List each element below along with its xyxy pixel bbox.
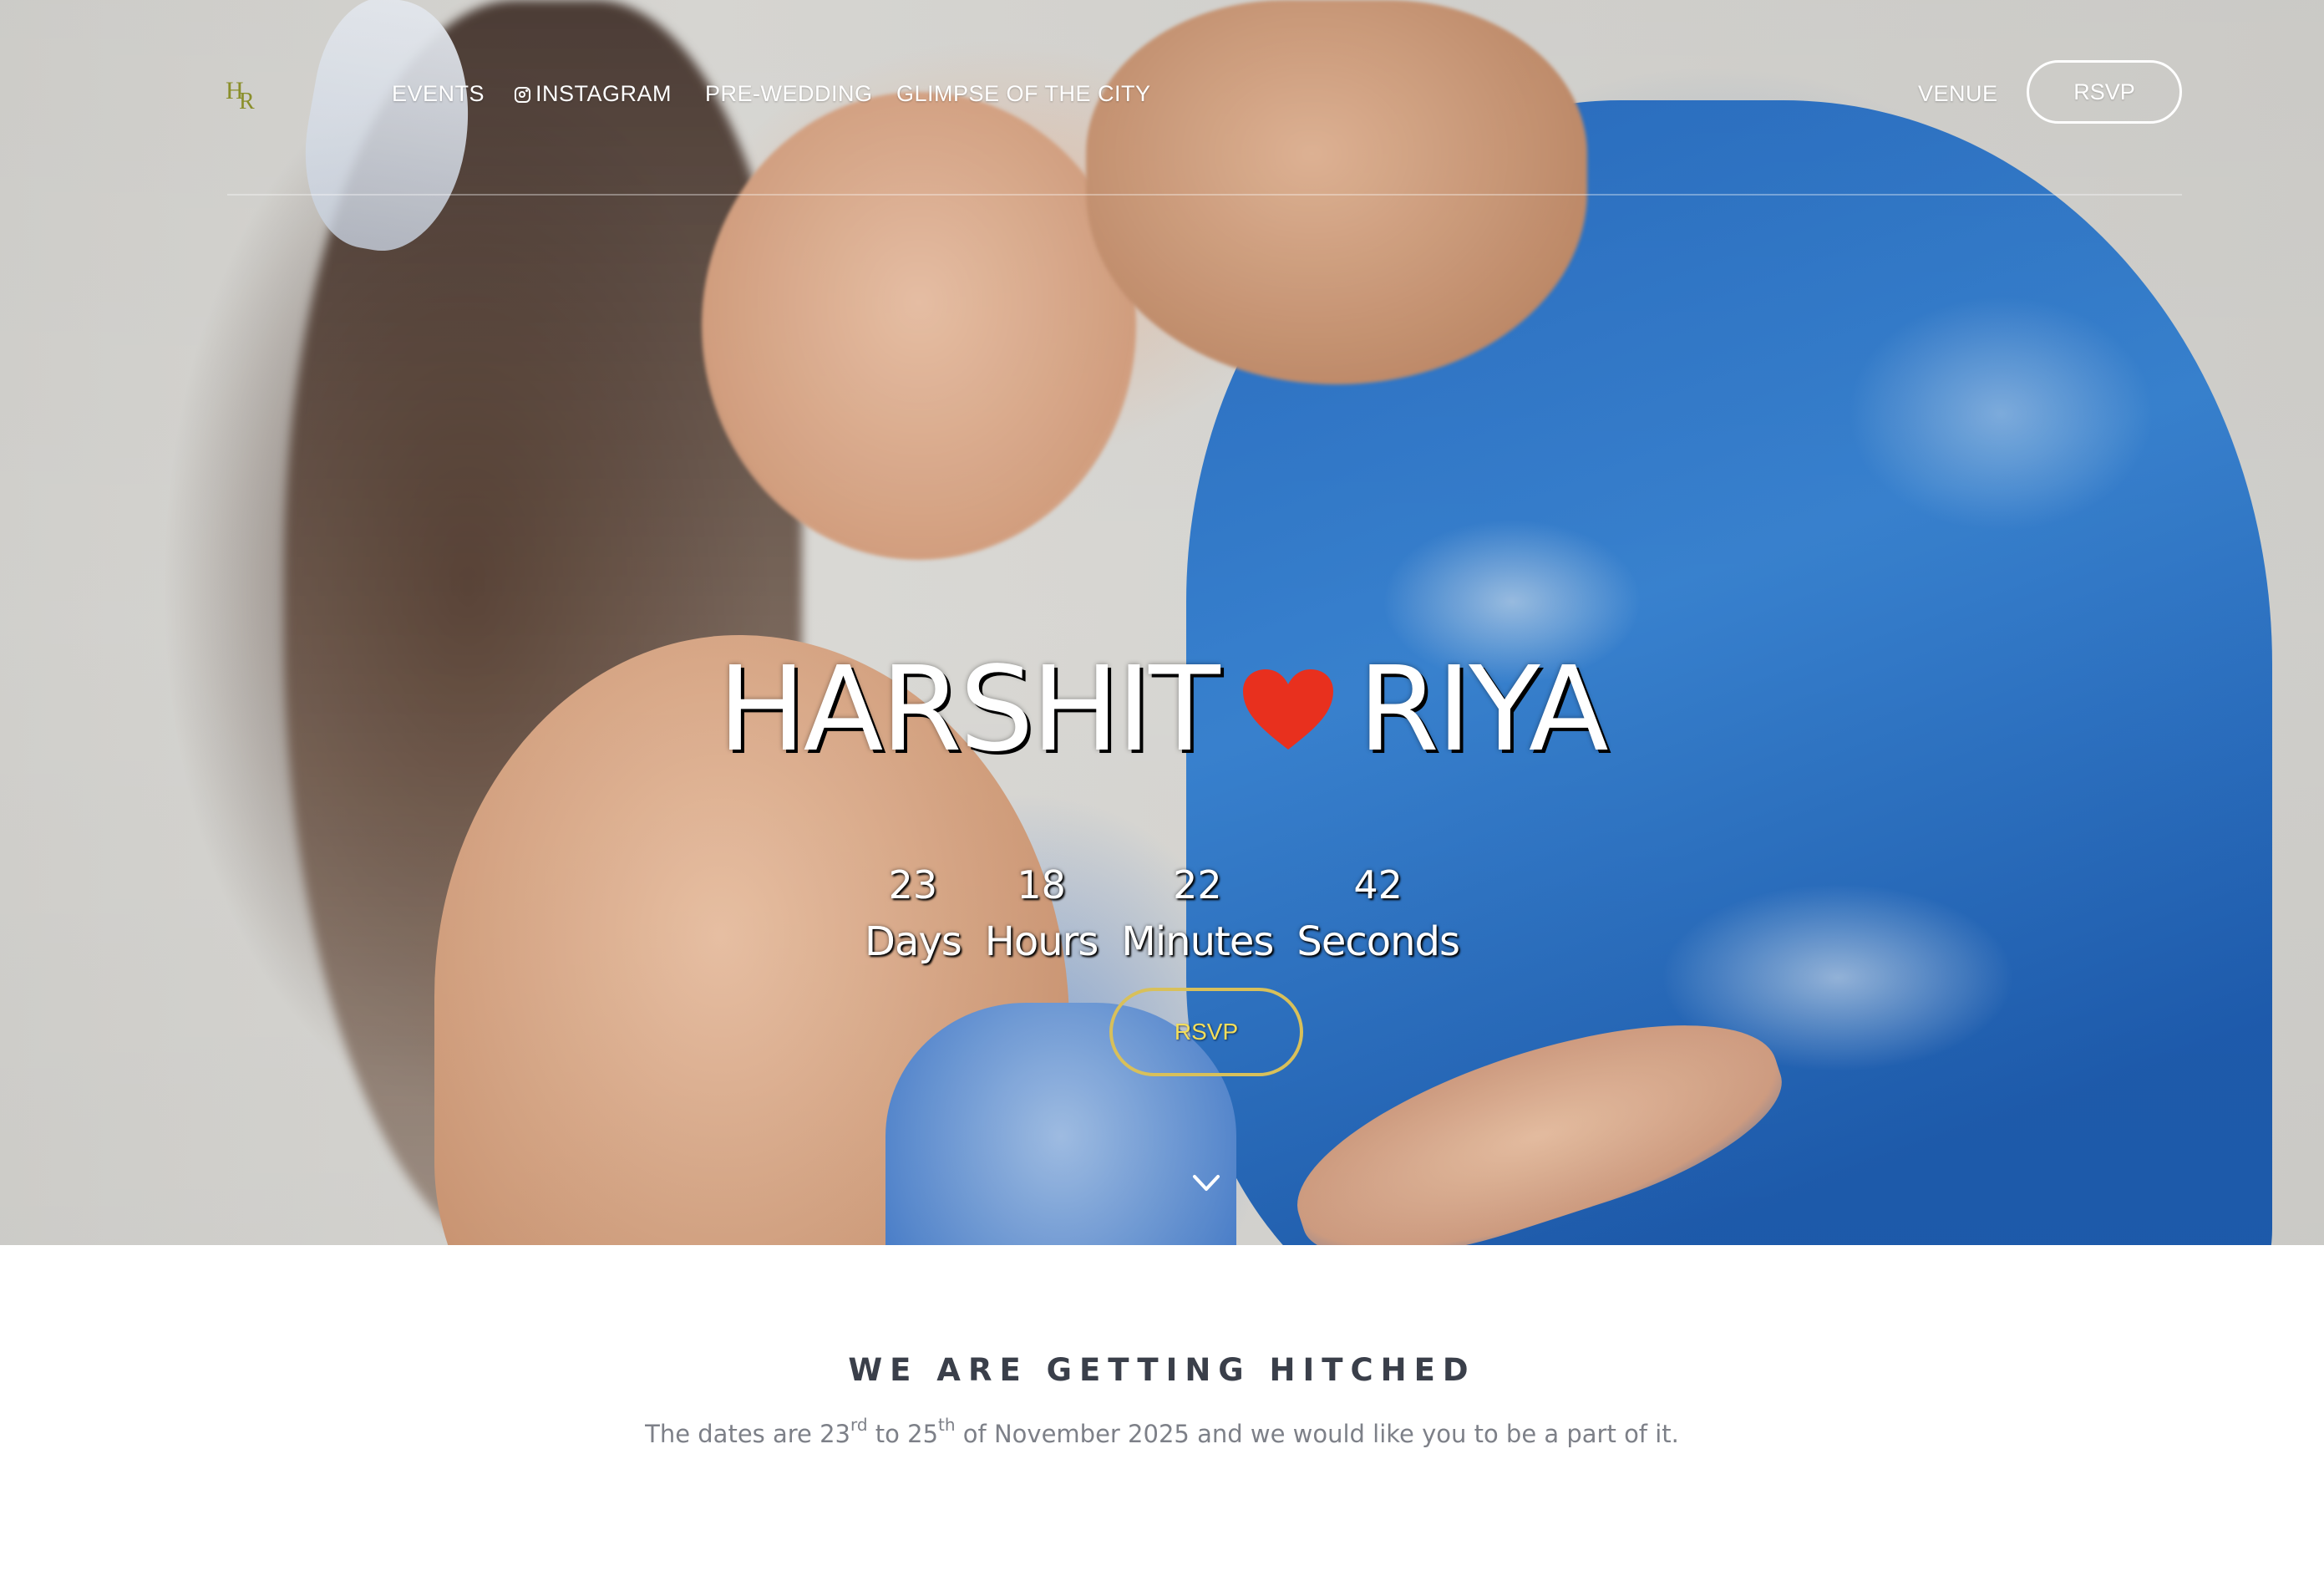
heart-icon-svg bbox=[1242, 669, 1333, 750]
intro-text-part-2: to 25 bbox=[867, 1420, 939, 1448]
nav-rsvp-button[interactable]: RSVP bbox=[2027, 60, 2182, 124]
countdown-days-value: 23 bbox=[888, 862, 938, 907]
name-left: HARSHIT bbox=[718, 642, 1220, 778]
couple-names: HARSHIT RIYA bbox=[0, 635, 2324, 785]
countdown-timer: 23 Days 18 Hours 22 Minutes 42 Seconds bbox=[0, 857, 2324, 971]
countdown-seconds-label: Seconds bbox=[1296, 918, 1460, 965]
chevron-down-icon-svg bbox=[1193, 1175, 1220, 1191]
countdown-hours: 18 Hours bbox=[985, 857, 1099, 971]
heart-icon bbox=[1240, 666, 1337, 753]
intro-sup-1: rd bbox=[850, 1415, 868, 1435]
instagram-icon bbox=[515, 87, 530, 103]
chevron-down-icon[interactable] bbox=[1190, 1167, 1223, 1200]
logo-letter-h: H bbox=[226, 77, 244, 104]
countdown-seconds: 42 Seconds bbox=[1296, 857, 1460, 971]
countdown-seconds-value: 42 bbox=[1353, 862, 1403, 907]
top-navigation: H R EVENTS INSTAGRAM PRE-WEDDING GLIMPSE… bbox=[0, 0, 2324, 196]
intro-text-part-1: The dates are 23 bbox=[645, 1420, 851, 1448]
nav-link-instagram-label: INSTAGRAM bbox=[535, 81, 672, 106]
countdown-days: 23 Days bbox=[865, 857, 962, 971]
site-logo[interactable]: H R bbox=[226, 77, 264, 115]
name-right: RIYA bbox=[1357, 642, 1609, 778]
intro-text: The dates are 23rd to 25th of November 2… bbox=[0, 1414, 2324, 1454]
countdown-days-label: Days bbox=[864, 918, 962, 965]
countdown-minutes-value: 22 bbox=[1173, 862, 1222, 907]
nav-link-pre-wedding[interactable]: PRE-WEDDING bbox=[705, 77, 873, 110]
logo-letter-r: R bbox=[239, 89, 255, 114]
nav-link-venue[interactable]: VENUE bbox=[1918, 77, 1998, 110]
nav-link-instagram[interactable]: INSTAGRAM bbox=[515, 77, 672, 110]
countdown-minutes-label: Minutes bbox=[1121, 918, 1274, 965]
countdown-hours-label: Hours bbox=[984, 918, 1099, 965]
nav-link-glimpse-of-the-city[interactable]: GLIMPSE OF THE CITY bbox=[896, 77, 1151, 110]
countdown-minutes: 22 Minutes bbox=[1121, 857, 1274, 971]
intro-text-part-3: of November 2025 and we would like you t… bbox=[955, 1420, 1679, 1448]
countdown-hours-value: 18 bbox=[1017, 862, 1066, 907]
nav-link-events[interactable]: EVENTS bbox=[392, 77, 485, 110]
intro-title: WE ARE GETTING HITCHED bbox=[848, 1352, 1476, 1388]
nav-divider bbox=[227, 194, 2182, 196]
intro-sup-2: th bbox=[938, 1415, 956, 1435]
hero-rsvp-button[interactable]: RSVP bbox=[1109, 988, 1303, 1076]
